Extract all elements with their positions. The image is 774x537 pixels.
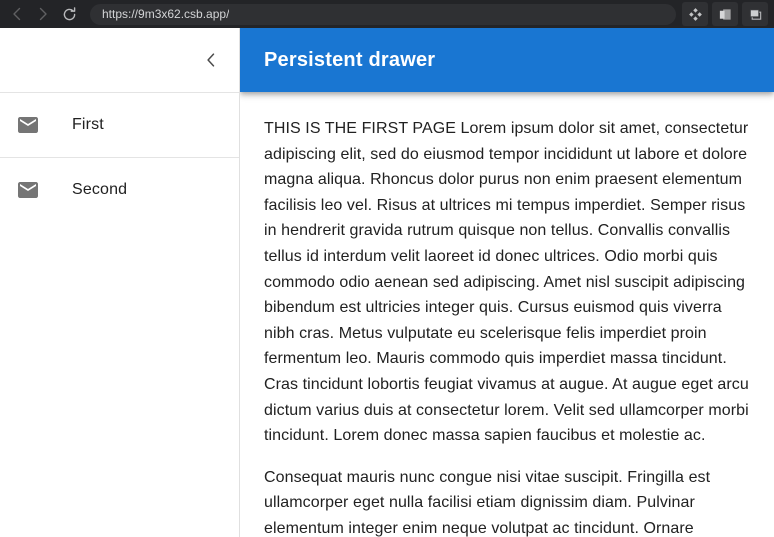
sidebar-panel-button[interactable]: [712, 2, 738, 26]
drawer-list: First Second: [0, 93, 239, 214]
extensions-icon: [688, 7, 702, 21]
sidebar-panel-icon: [719, 8, 731, 20]
url-text: https://9m3x62.csb.app/: [102, 6, 230, 21]
app-bar: Persistent drawer: [240, 28, 774, 92]
reload-icon: [63, 6, 75, 20]
copy-windows-button[interactable]: [742, 2, 768, 26]
drawer-close-button[interactable]: [191, 40, 231, 80]
content-body: THIS IS THE FIRST PAGE Lorem ipsum dolor…: [240, 92, 774, 537]
main-content: Persistent drawer THIS IS THE FIRST PAGE…: [240, 28, 774, 537]
navigation-drawer: First Second: [0, 28, 240, 537]
extensions-button[interactable]: [682, 2, 708, 26]
chevron-left-icon: [13, 7, 21, 21]
mail-icon: [16, 178, 72, 202]
sidebar-item-first[interactable]: First: [0, 101, 239, 149]
reload-button[interactable]: [56, 2, 82, 26]
sidebar-item-label: Second: [72, 181, 128, 198]
copy-windows-icon: [749, 8, 761, 20]
list-divider: [0, 157, 239, 158]
browser-actions: [682, 2, 770, 26]
body-paragraph: THIS IS THE FIRST PAGE Lorem ipsum dolor…: [264, 120, 749, 445]
browser-toolbar: https://9m3x62.csb.app/: [0, 0, 774, 28]
chevron-left-icon: [207, 53, 215, 67]
address-bar[interactable]: https://9m3x62.csb.app/: [90, 3, 676, 25]
page-viewport: First Second Persistent drawer THIS IS T…: [0, 28, 774, 537]
drawer-header: [0, 28, 239, 92]
mail-icon: [16, 113, 72, 137]
body-paragraph: Consequat mauris nunc congue nisi vitae …: [264, 468, 711, 537]
sidebar-item-label: First: [72, 116, 104, 133]
sidebar-item-second[interactable]: Second: [0, 166, 239, 214]
back-button[interactable]: [4, 2, 30, 26]
chevron-right-icon: [39, 7, 47, 21]
page-title: Persistent drawer: [264, 49, 436, 71]
forward-button[interactable]: [30, 2, 56, 26]
